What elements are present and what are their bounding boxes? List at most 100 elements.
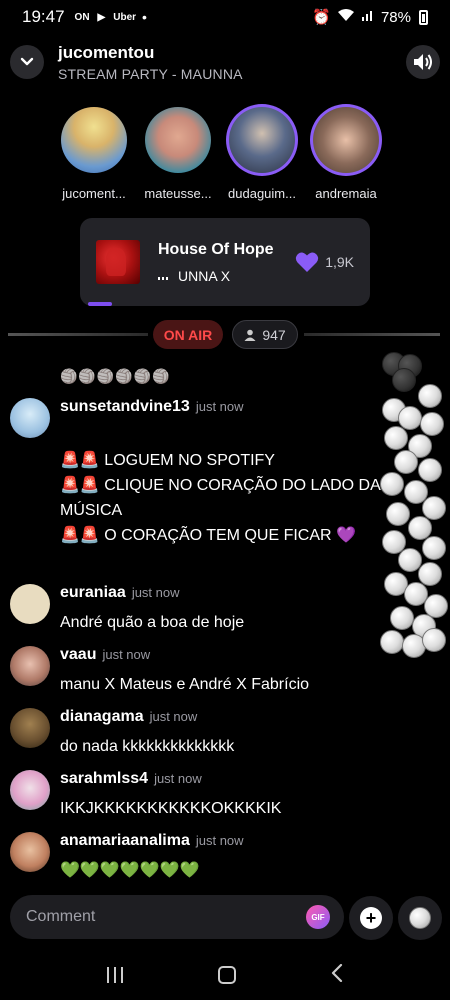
comment-time: just now — [195, 399, 244, 414]
notification-app-icon: ON — [74, 11, 90, 23]
chat-comment[interactable]: anamariaanalima just now 💚💚💚💚💚💚💚 — [10, 832, 390, 883]
avatar[interactable] — [10, 398, 50, 438]
volleyball-icon — [392, 368, 416, 392]
comment-text: 🚨🚨 LOGUEM NO SPOTIFY 🚨🚨 CLIQUE NO CORAÇÃ… — [60, 448, 390, 548]
party-header: jucomentou STREAM PARTY - MAUNNA — [10, 42, 440, 82]
comment-body: sunsetandvine13 just now 🚨🚨 LOGUEM NO SP… — [60, 398, 390, 548]
avatar-ring — [142, 104, 214, 176]
sound-button[interactable] — [406, 45, 440, 79]
avatar[interactable] — [10, 832, 50, 872]
chevron-down-icon — [20, 57, 34, 66]
avatar — [229, 107, 295, 173]
avatar-ring — [226, 104, 298, 176]
collapse-button[interactable] — [10, 45, 44, 79]
participant[interactable]: dudaguim... — [226, 104, 298, 201]
status-bar: 19:47 ON ▶ Uber • ⏰ 78% — [0, 0, 450, 34]
comment-line: 🚨🚨 CLIQUE NO CORAÇÃO DO LADO DA MÚSICA — [60, 477, 380, 519]
volleyball-icon — [409, 907, 431, 929]
volleyball-icon — [418, 458, 442, 482]
comment-line: 🚨🚨 O CORAÇÃO TEM QUE FICAR 💜 — [60, 527, 356, 544]
wifi-icon — [337, 8, 355, 26]
comment-input[interactable] — [26, 908, 306, 926]
volleyball-icon — [390, 606, 414, 630]
comment-time: just now — [195, 833, 244, 848]
comment-header: vaau just now — [60, 646, 390, 664]
volleyball-icon — [420, 412, 444, 436]
comment-username[interactable]: dianagama — [60, 708, 144, 726]
like-button[interactable]: 1,9K — [295, 251, 354, 273]
system-status: ⏰ 78% — [312, 8, 428, 26]
reaction-button[interactable] — [398, 896, 442, 940]
volleyball-icon — [380, 472, 404, 496]
avatar[interactable] — [10, 708, 50, 748]
person-icon — [244, 329, 256, 341]
viewer-count-badge[interactable]: 947 — [232, 320, 298, 349]
comment-body: sarahmlss4 just now IKKJKKKKKKKKKKKOKKKK… — [60, 770, 390, 821]
volleyball-icon — [386, 502, 410, 526]
youtube-icon: ▶ — [97, 11, 106, 23]
volleyball-icon — [384, 426, 408, 450]
uber-icon: Uber — [113, 11, 137, 23]
home-button[interactable] — [217, 966, 236, 984]
battery-level: 78% — [380, 8, 411, 26]
participant[interactable]: mateusse... — [142, 104, 214, 201]
chat-comment[interactable]: euraniaa just now André quão a boa de ho… — [10, 584, 390, 635]
participant-name: jucoment... — [62, 186, 126, 201]
comment-text: André quão a boa de hoje — [60, 614, 245, 631]
comment-header: euraniaa just now — [60, 584, 390, 602]
back-button[interactable] — [331, 963, 343, 987]
avatar — [61, 107, 127, 173]
chat-comment[interactable]: dianagama just now do nada kkkkkkkkkkkkk… — [10, 708, 390, 759]
now-playing-card[interactable]: House Of Hope UNNA X 1,9K — [80, 218, 370, 306]
track-info: House Of Hope UNNA X — [158, 241, 274, 284]
add-button[interactable]: + — [349, 896, 393, 940]
on-air-badge: ON AIR — [153, 320, 223, 349]
equalizer-icon — [158, 272, 168, 280]
avatar-ring — [310, 104, 382, 176]
avatar[interactable] — [10, 770, 50, 810]
comment-header: sunsetandvine13 just now — [60, 398, 390, 416]
comment-text: do nada kkkkkkkkkkkkkk — [60, 738, 235, 755]
signal-icon — [361, 8, 375, 26]
comment-line: 🚨🚨 LOGUEM NO SPOTIFY — [60, 452, 275, 469]
comment-header: sarahmlss4 just now — [60, 770, 390, 788]
status-dot: • — [142, 9, 147, 25]
participant[interactable]: jucoment... — [58, 104, 130, 201]
comment-text: manu X Mateus e André X Fabrício — [60, 676, 310, 693]
avatar[interactable] — [10, 584, 50, 624]
party-subtitle: STREAM PARTY - MAUNNA — [58, 65, 243, 82]
comment-username[interactable]: sarahmlss4 — [60, 770, 148, 788]
plus-icon: + — [360, 907, 382, 929]
comment-text: IKKJKKKKKKKKKKKOKKKKIK — [60, 800, 282, 817]
avatar-ring — [58, 104, 130, 176]
comment-username[interactable]: vaau — [60, 646, 96, 664]
recent-apps-button[interactable] — [107, 967, 124, 983]
avatar[interactable] — [10, 646, 50, 686]
comment-body: anamariaanalima just now 💚💚💚💚💚💚💚 — [60, 832, 390, 883]
reaction-stream — [378, 350, 448, 670]
speaker-icon — [414, 54, 432, 70]
comment-header: dianagama just now — [60, 708, 390, 726]
system-nav-bar — [0, 950, 450, 1000]
viewer-count: 947 — [262, 326, 286, 343]
track-artist: UNNA X — [178, 267, 231, 284]
participant[interactable]: andremaia — [310, 104, 382, 201]
chat-comment[interactable]: sarahmlss4 just now IKKJKKKKKKKKKKKOKKKK… — [10, 770, 390, 821]
comment-username[interactable]: sunsetandvine13 — [60, 398, 190, 416]
comment-username[interactable]: euraniaa — [60, 584, 126, 602]
comment-time: just now — [131, 585, 180, 600]
comment-time: just now — [149, 709, 198, 724]
volleyball-icon — [380, 630, 404, 654]
track-progress — [88, 302, 112, 306]
notification-icons: ON ▶ Uber — [73, 11, 139, 24]
album-art — [96, 240, 140, 284]
partial-comment: 🏐🏐🏐🏐🏐🏐 — [60, 368, 171, 384]
comment-username[interactable]: anamariaanalima — [60, 832, 190, 850]
heart-icon — [296, 252, 319, 272]
gif-button[interactable]: GIF — [306, 905, 330, 929]
volleyball-icon — [394, 450, 418, 474]
chat-comment[interactable]: vaau just now manu X Mateus e André X Fa… — [10, 646, 390, 697]
chat-comment[interactable]: sunsetandvine13 just now 🚨🚨 LOGUEM NO SP… — [10, 398, 390, 548]
comment-header: anamariaanalima just now — [60, 832, 390, 850]
comment-composer: GIF — [10, 895, 344, 939]
